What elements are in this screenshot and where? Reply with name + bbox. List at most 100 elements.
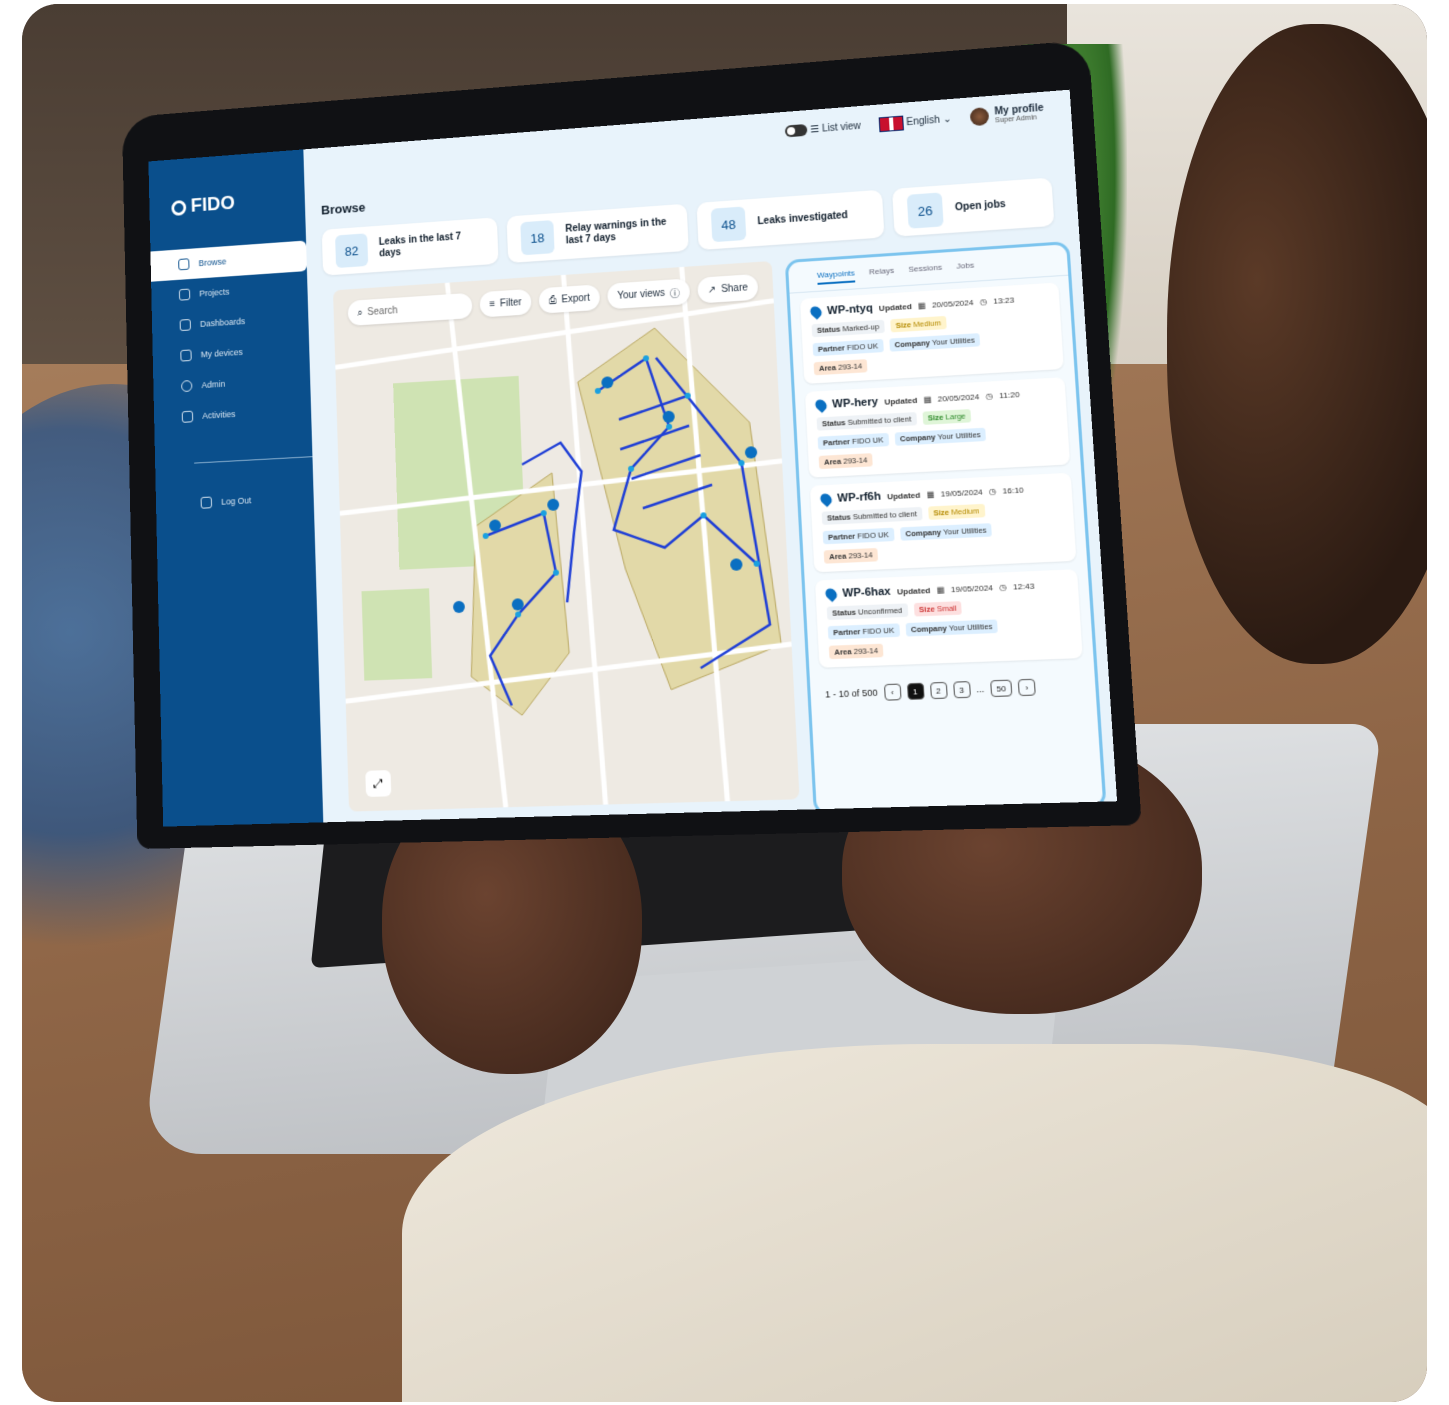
pagination-range: 1 - 10 of 500 [824,687,878,700]
partner-value: FIDO UK [851,435,884,447]
sidebar: FIDO Browse Projects Dashboards My devic… [148,149,324,827]
sidebar-item-label: Admin [201,378,226,390]
calendar-icon: ▦ [936,584,945,595]
stat-card-leaks-investigated[interactable]: 48 Leaks investigated [696,189,885,251]
stat-card-open-jobs[interactable]: 26 Open jobs [891,177,1055,237]
size-badge: Size Medium [890,315,947,333]
area-value: 293-14 [843,455,868,466]
partner-badge: Partner FIDO UK [817,432,889,450]
clock-icon: ◷ [985,390,994,401]
partner-value: FIDO UK [846,341,879,353]
status-value: Submitted to client [847,414,912,427]
chevron-left-icon: ‹ [890,687,894,697]
sidebar-divider [194,456,313,464]
prev-page-button[interactable]: ‹ [883,683,902,701]
page-button[interactable]: 3 [952,681,971,699]
map-pin-icon [813,397,829,413]
list-view-label: List view [821,120,862,135]
area-value: 293-14 [848,550,873,561]
sidebar-item-label: Projects [199,286,230,299]
expand-map-button[interactable]: ⤢ [365,770,392,797]
list-view-toggle[interactable]: ☰ List view [784,120,862,138]
chevron-right-icon: › [1025,682,1029,693]
company-value: Your Utilities [931,335,976,348]
company-value: Your Utilities [937,430,981,442]
clock-icon: ◷ [999,582,1007,592]
profile-menu[interactable]: My profile Super Admin [969,103,1044,127]
updated-time: 11:20 [998,389,1020,400]
filter-icon: ≡ [489,298,496,310]
size-label: Size [918,604,935,615]
area-label: Area [834,646,852,657]
calendar-icon: ▦ [926,489,935,499]
status-value: Submitted to client [852,509,918,522]
status-value: Unconfirmed [857,605,903,617]
logout-icon [200,496,213,509]
stat-label: Leaks investigated [757,210,849,228]
partner-value: FIDO UK [862,625,895,637]
stat-card-leaks[interactable]: 82 Leaks in the last 7 days [321,217,499,276]
tab-jobs[interactable]: Jobs [956,261,974,276]
size-badge: Size Large [922,409,972,425]
stat-label: Leaks in the last 7 days [378,231,462,260]
size-badge: Size Small [913,601,963,617]
waypoint-card[interactable]: WP-hery Updated ▦ 20/05/2024 ◷ 11:20 Sta… [804,377,1071,478]
list-icon [178,258,190,271]
filter-button[interactable]: ≡ Filter [479,288,532,318]
share-button[interactable]: ↗ Share [697,273,759,304]
tab-relays[interactable]: Relays [869,266,895,282]
last-page-button[interactable]: 50 [990,679,1013,698]
stat-card-relay-warnings[interactable]: 18 Relay warnings in the last 7 days [506,203,689,264]
tab-waypoints[interactable]: Waypoints [816,268,856,285]
search-icon: ⌕ [357,307,363,319]
language-selector[interactable]: English ⌄ [878,111,952,132]
page-button[interactable]: 1 [906,682,925,700]
waypoint-id: WP-rf6h [837,490,882,505]
export-button[interactable]: ⎙ Export [538,284,601,314]
status-badge: Status Submitted to client [816,412,917,431]
dashboard-icon [179,318,191,332]
tab-sessions[interactable]: Sessions [908,263,942,279]
updated-date: 20/05/2024 [937,391,980,404]
updated-time: 13:23 [992,294,1015,306]
person-head [1167,24,1427,664]
logout-button[interactable]: Log Out [200,494,252,509]
stat-value: 18 [520,220,555,256]
status-value: Marked-up [842,322,880,334]
area-value: 293-14 [853,645,879,657]
clock-icon: ◷ [979,296,988,307]
stat-value: 82 [335,233,369,269]
company-badge: Company Your Utilities [889,333,981,352]
area-badge: Area 293-14 [823,547,879,564]
language-label: English [906,114,941,128]
next-page-button[interactable]: › [1017,678,1036,697]
waypoint-id: WP-hery [831,395,879,411]
search-placeholder: Search [367,304,398,318]
updated-time: 16:10 [1002,484,1024,496]
activities-icon [181,410,194,423]
map-view[interactable] [332,260,800,812]
status-label: Status [826,512,851,523]
status-label: Status [831,607,857,618]
area-label: Area [823,456,842,467]
size-value: Large [945,411,966,422]
waypoint-list: WP-ntyq Updated ▦ 20/05/2024 ◷ 13:23 Sta… [790,276,1095,683]
partner-badge: Partner FIDO UK [812,338,884,357]
size-value: Medium [951,506,980,517]
company-badge: Company Your Utilities [894,427,987,446]
size-badge: Size Medium [927,503,985,520]
waypoint-card[interactable]: WP-ntyq Updated ▦ 20/05/2024 ◷ 13:23 Sta… [800,282,1064,384]
calendar-icon: ▦ [917,300,927,311]
updated-date: 19/05/2024 [950,582,994,594]
updated-date: 20/05/2024 [931,297,974,310]
toggle-switch[interactable] [784,123,808,138]
your-views-button[interactable]: Your views ⓘ [606,278,691,310]
share-label: Share [720,281,749,295]
waypoint-card[interactable]: WP-6hax Updated ▦ 19/05/2024 ◷ 12:43 Sta… [814,569,1083,668]
page-button[interactable]: 2 [929,681,948,700]
uk-flag-icon [878,115,904,132]
status-badge: Status Submitted to client [821,506,923,525]
waypoint-card[interactable]: WP-rf6h Updated ▦ 19/05/2024 ◷ 16:10 Sta… [809,472,1077,573]
stat-label: Open jobs [954,198,1007,214]
stat-label: Relay warnings in the last 7 days [565,216,667,247]
